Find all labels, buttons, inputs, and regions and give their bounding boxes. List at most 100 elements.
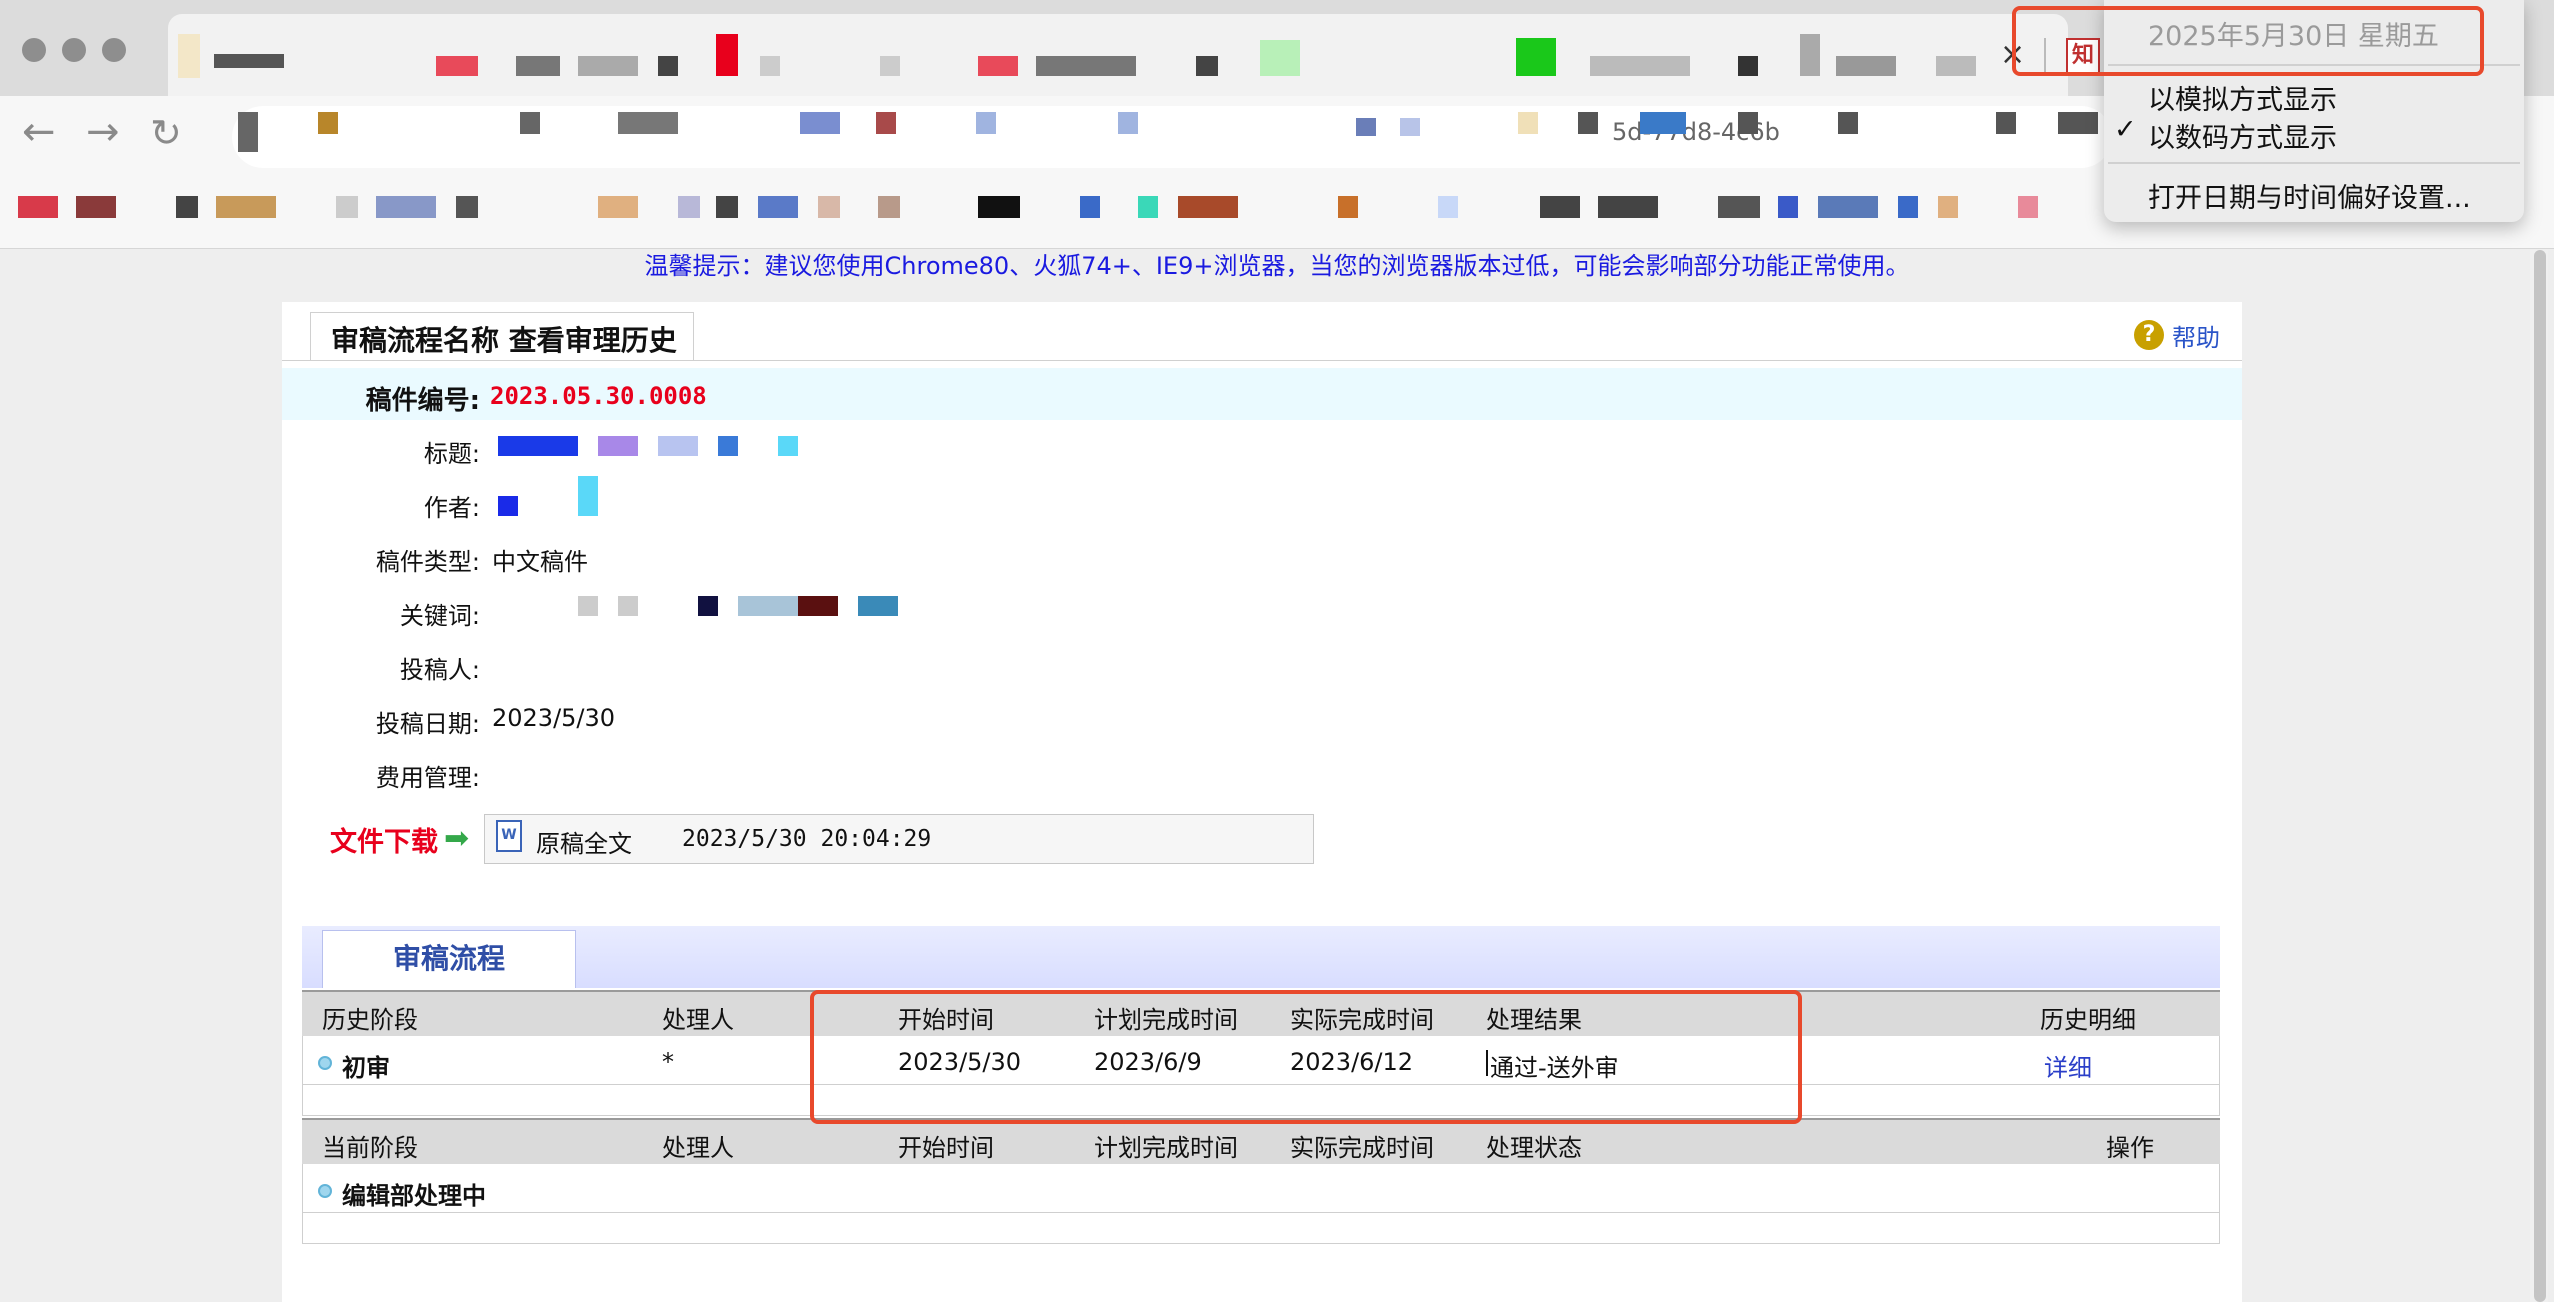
current-stage-value: 编辑部处理中 <box>342 1182 486 1210</box>
window-zoom-button[interactable] <box>102 38 126 62</box>
bookmark-item[interactable] <box>1138 196 1158 218</box>
scrollbar-thumb[interactable] <box>2534 250 2546 1302</box>
redacted-block <box>1578 112 1598 134</box>
bookmark-item[interactable] <box>176 196 198 218</box>
redacted-block <box>318 112 338 134</box>
header-actions: 操作 <box>2106 1134 2154 1162</box>
bookmark-item[interactable] <box>76 196 116 218</box>
bookmark-item[interactable] <box>878 196 900 218</box>
menu-item-digital[interactable]: 以数码方式显示 <box>2148 116 2337 155</box>
active-browser-tab[interactable] <box>168 14 2068 96</box>
bookmark-item[interactable] <box>1598 196 1658 218</box>
redacted-block <box>1196 56 1218 76</box>
bookmark-item[interactable] <box>18 196 58 218</box>
history-handler-value: * <box>662 1048 674 1076</box>
redacted-block <box>1400 118 1420 136</box>
menu-separator <box>2108 162 2520 164</box>
redacted-block <box>1996 112 2016 134</box>
bookmark-item[interactable] <box>1818 196 1878 218</box>
bookmark-item[interactable] <box>336 196 358 218</box>
workflow-tab-bar <box>302 926 2220 988</box>
help-icon[interactable]: ? <box>2134 320 2164 350</box>
redacted-author <box>498 496 518 516</box>
bookmark-item[interactable] <box>1338 196 1358 218</box>
bookmark-item[interactable] <box>1898 196 1918 218</box>
header-handler: 处理人 <box>662 1134 734 1162</box>
checkmark-icon: ✓ <box>2114 114 2137 145</box>
redacted-block <box>214 54 284 68</box>
current-table-header <box>302 1118 2220 1164</box>
redacted-block <box>618 112 678 134</box>
menu-item-open-preferences[interactable]: 打开日期与时间偏好设置... <box>2148 176 2471 215</box>
window-minimize-button[interactable] <box>62 38 86 62</box>
bookmark-item[interactable] <box>1178 196 1238 218</box>
back-arrow-icon[interactable]: ← <box>22 112 56 152</box>
forward-arrow-icon[interactable]: → <box>86 112 120 152</box>
window-close-button[interactable] <box>22 38 46 62</box>
redacted-keywords <box>578 596 598 616</box>
redacted-title <box>718 436 738 456</box>
manuscript-number-label: 稿件编号: <box>365 386 480 416</box>
file-name-link[interactable]: 原稿全文 <box>536 824 632 859</box>
bookmark-item[interactable] <box>678 196 700 218</box>
bookmark-item[interactable] <box>376 196 436 218</box>
header-planned-finish: 计划完成时间 <box>1094 1134 1238 1162</box>
manuscript-type-value: 中文稿件 <box>492 548 588 576</box>
bookmark-item[interactable] <box>1438 196 1458 218</box>
redacted-block <box>1356 118 1376 136</box>
redacted-block <box>800 112 840 134</box>
bookmark-item[interactable] <box>1718 196 1760 218</box>
address-bar[interactable] <box>232 106 2112 168</box>
redacted-block <box>716 34 738 76</box>
redacted-block <box>976 112 996 134</box>
redacted-block <box>880 56 900 76</box>
redacted-block <box>978 56 1018 76</box>
redacted-block <box>1800 34 1820 76</box>
header-status: 处理状态 <box>1486 1134 1582 1162</box>
submission-date-value: 2023/5/30 <box>492 704 616 732</box>
bookmark-item[interactable] <box>216 196 276 218</box>
redacted-author <box>578 476 598 516</box>
menu-item-analog[interactable]: 以模拟方式显示 <box>2148 78 2337 117</box>
bookmark-item[interactable] <box>716 196 738 218</box>
submitter-label: 投稿人: <box>399 656 480 684</box>
stage-bullet-icon <box>318 1184 332 1198</box>
header-current-stage: 当前阶段 <box>322 1134 418 1162</box>
word-document-icon[interactable]: W <box>496 820 522 852</box>
redacted-block <box>1836 56 1896 76</box>
bookmark-item[interactable] <box>1080 196 1100 218</box>
bookmark-item[interactable] <box>456 196 478 218</box>
bookmark-item[interactable] <box>1778 196 1798 218</box>
bookmark-item[interactable] <box>758 196 798 218</box>
table-row-spacer <box>302 1212 2220 1244</box>
keywords-label: 关键词: <box>399 602 480 630</box>
redacted-title <box>598 436 638 456</box>
header-history-stage: 历史阶段 <box>322 1006 418 1034</box>
redacted-title <box>778 436 798 456</box>
bookmark-item[interactable] <box>978 196 1020 218</box>
tab-review-workflow[interactable]: 审稿流程 <box>322 930 576 988</box>
divider <box>282 360 2242 361</box>
bookmark-item[interactable] <box>818 196 840 218</box>
bookmark-item[interactable] <box>1938 196 1958 218</box>
redacted-block <box>1738 56 1758 76</box>
bookmark-item[interactable] <box>598 196 638 218</box>
bookmark-item[interactable] <box>2018 196 2038 218</box>
redacted-block <box>1036 56 1136 76</box>
submission-date-label: 投稿日期: <box>375 710 480 738</box>
redacted-block <box>436 56 478 76</box>
redacted-block <box>2058 112 2098 134</box>
table-row <box>302 1164 2220 1212</box>
reload-icon[interactable]: ↻ <box>150 114 182 152</box>
help-link[interactable]: 帮助 <box>2172 318 2220 353</box>
history-stage-value: 初审 <box>342 1054 390 1082</box>
redacted-title <box>498 436 578 456</box>
redacted-block <box>520 112 540 134</box>
bookmark-item[interactable] <box>1540 196 1580 218</box>
stage-bullet-icon <box>318 1056 332 1070</box>
redacted-block <box>578 56 638 76</box>
history-detail-link[interactable]: 详细 <box>2044 1048 2092 1083</box>
file-timestamp: 2023/5/30 20:04:29 <box>682 826 932 852</box>
author-label: 作者: <box>423 494 480 522</box>
header-handler: 处理人 <box>662 1006 734 1034</box>
